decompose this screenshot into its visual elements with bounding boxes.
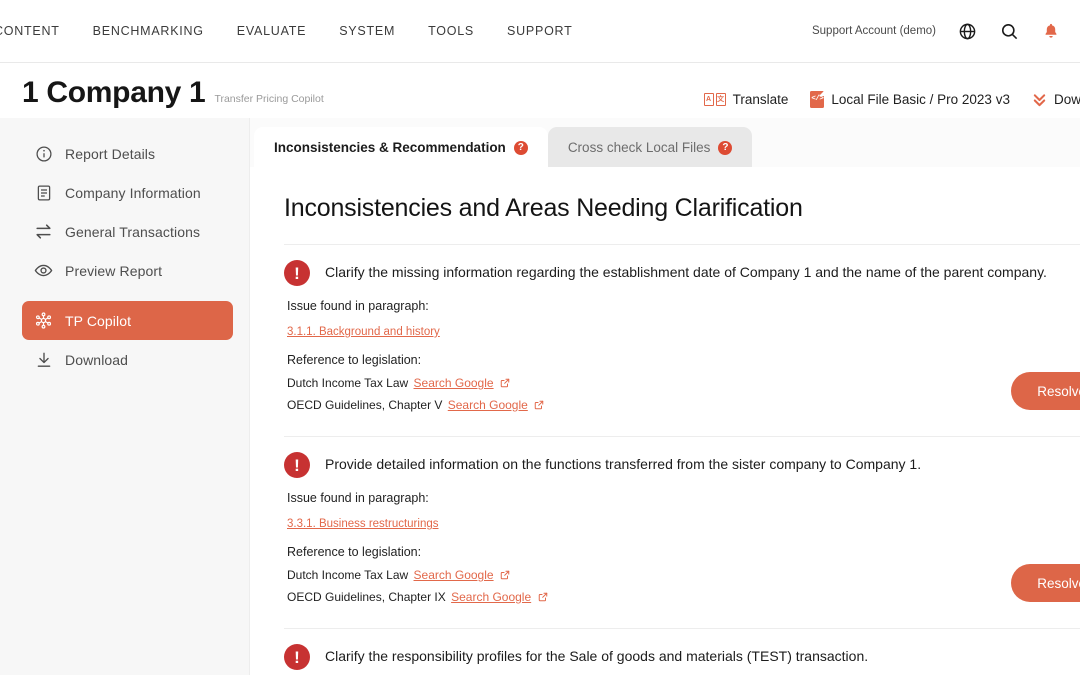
translate-button[interactable]: A文 Translate	[703, 92, 789, 107]
issue-card-header: ! Clarify the responsibility profiles fo…	[284, 643, 1080, 670]
search-google-link[interactable]: Search Google	[451, 590, 531, 604]
alert-exclamation-icon: !	[284, 644, 310, 670]
header-actions: A文 Translate </> Local File Basic / Pro …	[703, 91, 1080, 108]
nav-link-tools[interactable]: TOOLS	[428, 24, 474, 38]
title-group: 1 Company 1 Transfer Pricing Copilot	[0, 78, 324, 108]
tab-label-cross-check: Cross check Local Files	[567, 140, 711, 155]
info-icon	[34, 144, 53, 163]
help-icon[interactable]: ?	[718, 140, 733, 155]
sidebar-label-report-details: Report Details	[65, 145, 156, 162]
paragraph-link[interactable]: 3.3.1. Business restructurings	[284, 518, 439, 530]
alert-exclamation-icon: !	[284, 452, 310, 478]
external-link-icon	[500, 377, 510, 391]
issue-title: Provide detailed information on the func…	[325, 456, 922, 472]
nav-link-support[interactable]: SUPPORT	[507, 24, 572, 38]
alert-exclamation-icon: !	[284, 260, 310, 286]
reference-text: Dutch Income Tax Law	[287, 376, 409, 390]
translate-icon: A文	[703, 93, 726, 106]
tab-label-inconsistencies: Inconsistencies & Recommendation	[274, 140, 506, 155]
download-button[interactable]: Download	[1032, 92, 1080, 108]
search-google-link[interactable]: Search Google	[448, 398, 528, 412]
search-google-link[interactable]: Search Google	[414, 568, 494, 582]
double-chevron-down-icon	[1032, 92, 1047, 108]
content-area: Inconsistencies and Areas Needing Clarif…	[250, 168, 1080, 675]
issue-title: Clarify the missing information regardin…	[325, 264, 1047, 280]
issue-card: ! Provide detailed information on the fu…	[284, 436, 1080, 628]
nav-link-evaluate[interactable]: EVALUATE	[237, 24, 306, 38]
sidebar-item-tp-copilot[interactable]: TP Copilot	[22, 301, 233, 340]
resolve-button[interactable]: Resolve	[1011, 372, 1080, 410]
sidebar-item-preview-report[interactable]: Preview Report	[22, 251, 233, 290]
sidebar-item-general-transactions[interactable]: General Transactions	[22, 212, 233, 251]
body: Report Details Company Information Gener…	[0, 118, 1080, 675]
resolve-button[interactable]: Resolve	[1011, 564, 1080, 602]
local-file-version-button[interactable]: </> Local File Basic / Pro 2023 v3	[810, 91, 1010, 108]
local-file-version-label: Local File Basic / Pro 2023 v3	[831, 92, 1010, 107]
reference-line: OECD Guidelines, Chapter IX Search Googl…	[284, 590, 1080, 605]
top-nav-utilities: Support Account (demo)	[812, 20, 1080, 42]
top-nav-links: CONTENT BENCHMARKING EVALUATE SYSTEM TOO…	[0, 24, 572, 38]
sidebar-item-company-information[interactable]: Company Information	[22, 173, 233, 212]
sidebar-label-preview-report: Preview Report	[65, 262, 163, 279]
paragraph-label: Issue found in paragraph:	[287, 299, 429, 313]
external-link-icon	[538, 591, 548, 605]
page-section-title: Inconsistencies and Areas Needing Clarif…	[284, 194, 803, 222]
page-header: 1 Company 1 Transfer Pricing Copilot A文 …	[0, 63, 1080, 118]
sidebar-label-company-information: Company Information	[65, 184, 201, 201]
eye-icon	[34, 261, 53, 280]
file-code-icon: </>	[810, 91, 825, 108]
top-navigation-bar: CONTENT BENCHMARKING EVALUATE SYSTEM TOO…	[0, 0, 1080, 63]
reference-text: OECD Guidelines, Chapter V	[287, 398, 443, 412]
legislation-label: Reference to legislation:	[287, 545, 422, 559]
external-link-icon	[500, 569, 510, 583]
issue-card-header: ! Provide detailed information on the fu…	[284, 451, 1080, 478]
paragraph-link[interactable]: 3.1.1. Background and history	[284, 326, 440, 338]
paragraph-label: Issue found in paragraph:	[287, 491, 429, 505]
page-title: 1 Company 1	[22, 76, 206, 109]
issue-title: Clarify the responsibility profiles for …	[325, 648, 869, 664]
reference-line: OECD Guidelines, Chapter V Search Google	[284, 398, 1080, 413]
sidebar-label-download: Download	[65, 351, 129, 368]
search-icon[interactable]	[998, 20, 1020, 42]
translate-label: Translate	[732, 92, 789, 107]
download-icon	[34, 350, 53, 369]
reference-line: Dutch Income Tax Law Search Google	[284, 568, 1080, 583]
transfer-arrows-icon	[34, 222, 53, 241]
account-label: Support Account (demo)	[811, 25, 936, 37]
search-google-link[interactable]: Search Google	[414, 376, 494, 390]
sidebar-item-download[interactable]: Download	[22, 340, 233, 379]
app-root: CONTENT BENCHMARKING EVALUATE SYSTEM TOO…	[0, 0, 1080, 675]
main-panel: Inconsistencies & Recommendation ? Cross…	[250, 118, 1080, 675]
reference-text: Dutch Income Tax Law	[287, 568, 409, 582]
legislation-label: Reference to legislation:	[287, 353, 422, 367]
sidebar-label-general-transactions: General Transactions	[65, 223, 201, 240]
tab-cross-check-local-files[interactable]: Cross check Local Files ?	[547, 127, 753, 168]
sidebar-label-tp-copilot: TP Copilot	[65, 312, 132, 329]
nav-link-benchmarking[interactable]: BENCHMARKING	[93, 24, 204, 38]
sidebar-item-report-details[interactable]: Report Details	[22, 134, 233, 173]
issue-card-header: ! Clarify the missing information regard…	[284, 259, 1080, 286]
reference-text: OECD Guidelines, Chapter IX	[287, 590, 446, 604]
sidebar: Report Details Company Information Gener…	[0, 118, 250, 675]
page-subtitle: Transfer Pricing Copilot	[214, 93, 324, 105]
tab-strip: Inconsistencies & Recommendation ? Cross…	[250, 118, 1080, 168]
help-icon[interactable]: ?	[513, 140, 528, 155]
document-icon	[34, 183, 53, 202]
reference-line: Dutch Income Tax Law Search Google	[284, 376, 1080, 391]
tab-inconsistencies-recommendation[interactable]: Inconsistencies & Recommendation ?	[254, 127, 548, 168]
molecule-icon	[34, 311, 53, 330]
external-link-icon	[534, 399, 544, 413]
issue-card: ! Clarify the responsibility profiles fo…	[284, 628, 1080, 675]
bell-icon[interactable]	[1040, 20, 1062, 42]
issue-card: ! Clarify the missing information regard…	[284, 244, 1080, 436]
nav-link-content[interactable]: CONTENT	[0, 24, 60, 38]
download-label: Download	[1053, 92, 1080, 107]
nav-link-system[interactable]: SYSTEM	[339, 24, 395, 38]
globe-icon[interactable]	[956, 20, 978, 42]
